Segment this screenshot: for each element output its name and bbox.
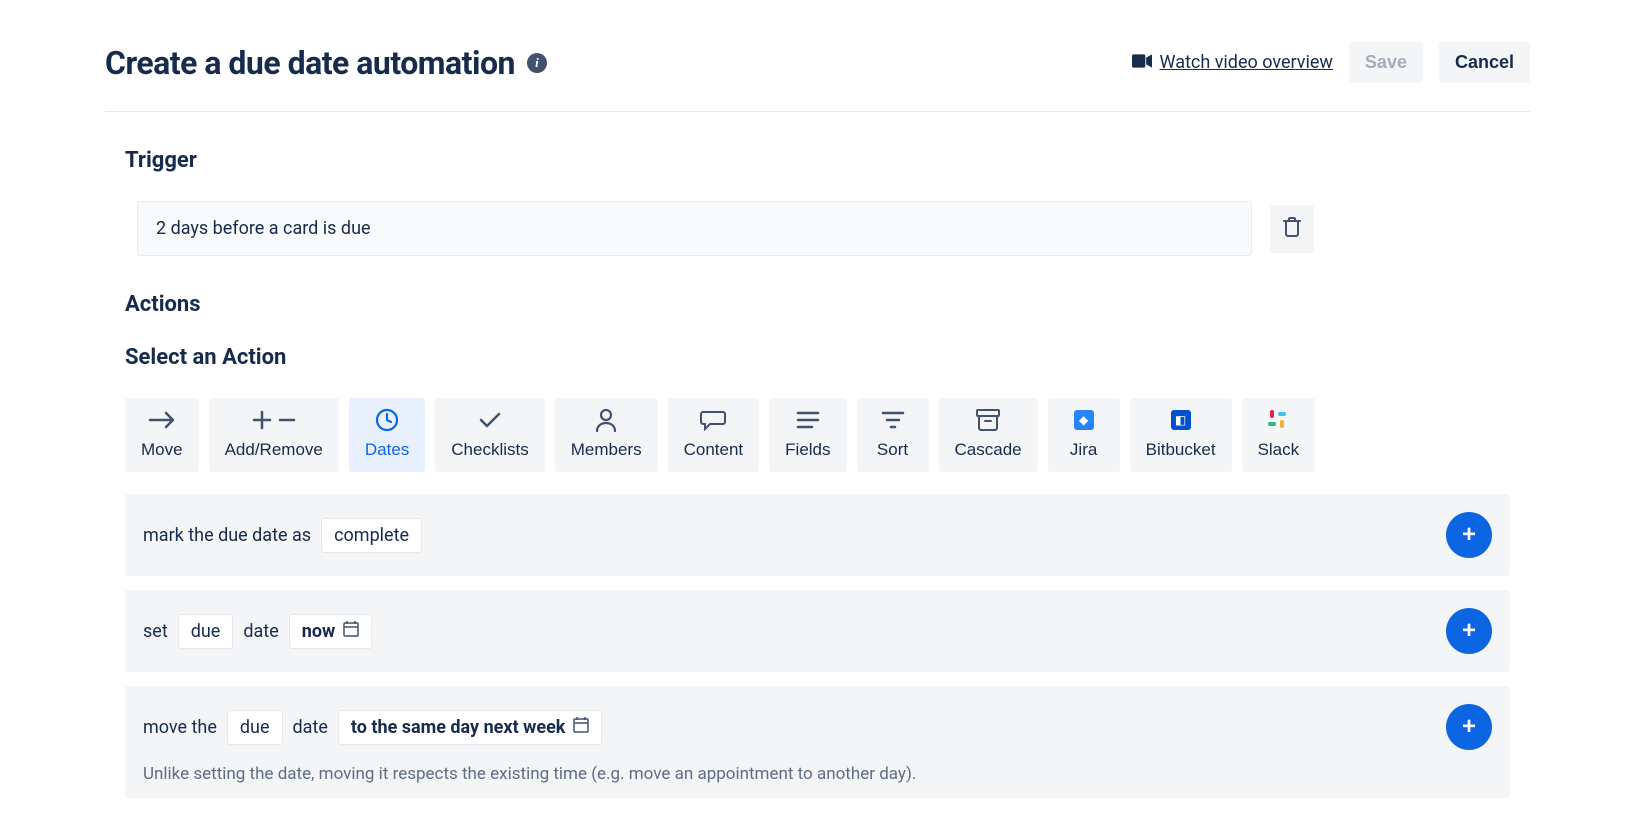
calendar-icon xyxy=(573,717,589,738)
actions-heading: Actions xyxy=(125,292,1510,317)
tab-label: Fields xyxy=(785,440,830,460)
slack-icon xyxy=(1268,408,1288,432)
tab-jira[interactable]: ◆ Jira xyxy=(1048,398,1120,472)
action-text: date xyxy=(243,621,278,642)
delete-trigger-button[interactable] xyxy=(1270,205,1314,253)
tab-label: Add/Remove xyxy=(225,440,323,460)
same-day-next-week-chip[interactable]: to the same day next week xyxy=(338,710,603,745)
add-action-button[interactable]: + xyxy=(1446,512,1492,558)
action-option-mark-complete: mark the due date as complete + xyxy=(125,494,1510,576)
tab-label: Bitbucket xyxy=(1146,440,1216,460)
action-text: move the xyxy=(143,717,217,738)
tab-label: Checklists xyxy=(451,440,528,460)
arrow-right-icon xyxy=(148,408,176,432)
plus-icon: + xyxy=(1462,617,1476,645)
tab-fields[interactable]: Fields xyxy=(769,398,846,472)
tab-label: Slack xyxy=(1258,440,1300,460)
action-text: date xyxy=(293,717,328,738)
tab-add-remove[interactable]: Add/Remove xyxy=(209,398,339,472)
tab-label: Dates xyxy=(365,440,409,460)
jira-icon: ◆ xyxy=(1074,408,1094,432)
tab-move[interactable]: Move xyxy=(125,398,199,472)
save-button: Save xyxy=(1349,42,1423,83)
filter-icon xyxy=(881,408,905,432)
tab-label: Sort xyxy=(877,440,908,460)
header: Create a due date automation i Watch vid… xyxy=(105,0,1530,112)
tab-label: Move xyxy=(141,440,183,460)
plus-minus-icon xyxy=(252,408,296,432)
tab-members[interactable]: Members xyxy=(555,398,658,472)
clock-icon xyxy=(375,408,399,432)
person-icon xyxy=(595,408,617,432)
lines-icon xyxy=(796,408,820,432)
action-text: set xyxy=(143,621,168,642)
tab-checklists[interactable]: Checklists xyxy=(435,398,544,472)
page-title: Create a due date automation xyxy=(105,44,515,82)
add-action-button[interactable]: + xyxy=(1446,704,1492,750)
tab-label: Content xyxy=(684,440,744,460)
tab-label: Jira xyxy=(1070,440,1097,460)
tab-content[interactable]: Content xyxy=(668,398,760,472)
check-icon xyxy=(478,408,502,432)
video-camera-icon xyxy=(1132,52,1152,73)
watch-video-link[interactable]: Watch video overview xyxy=(1132,52,1333,73)
plus-icon: + xyxy=(1462,521,1476,549)
tab-dates[interactable]: Dates xyxy=(349,398,425,472)
add-action-button[interactable]: + xyxy=(1446,608,1492,654)
tab-label: Cascade xyxy=(955,440,1022,460)
plus-icon: + xyxy=(1462,713,1476,741)
cancel-button[interactable]: Cancel xyxy=(1439,42,1530,83)
archive-icon xyxy=(976,408,1000,432)
tab-cascade[interactable]: Cascade xyxy=(939,398,1038,472)
action-option-move-date: move the due date to the same day next w… xyxy=(125,686,1510,798)
calendar-icon xyxy=(343,621,359,642)
speech-bubble-icon xyxy=(700,408,726,432)
trash-icon xyxy=(1283,217,1301,240)
action-note: Unlike setting the date, moving it respe… xyxy=(143,764,1492,784)
tab-bitbucket[interactable]: ◧ Bitbucket xyxy=(1130,398,1232,472)
due-chip[interactable]: due xyxy=(178,614,234,649)
due-chip[interactable]: due xyxy=(227,710,283,745)
tab-slack[interactable]: Slack xyxy=(1242,398,1316,472)
tab-sort[interactable]: Sort xyxy=(857,398,929,472)
select-action-heading: Select an Action xyxy=(125,345,1510,370)
watch-video-text[interactable]: Watch video overview xyxy=(1160,52,1333,73)
tab-label: Members xyxy=(571,440,642,460)
trigger-heading: Trigger xyxy=(125,148,1510,173)
now-chip[interactable]: now xyxy=(289,614,372,649)
info-icon[interactable]: i xyxy=(527,53,547,73)
action-tabs: Move Add/Remove Dates Checklists xyxy=(125,398,1510,472)
complete-chip[interactable]: complete xyxy=(321,518,422,553)
trigger-summary[interactable]: 2 days before a card is due xyxy=(137,201,1252,256)
action-text: mark the due date as xyxy=(143,525,311,546)
bitbucket-icon: ◧ xyxy=(1171,408,1191,432)
action-option-set-date: set due date now + xyxy=(125,590,1510,672)
